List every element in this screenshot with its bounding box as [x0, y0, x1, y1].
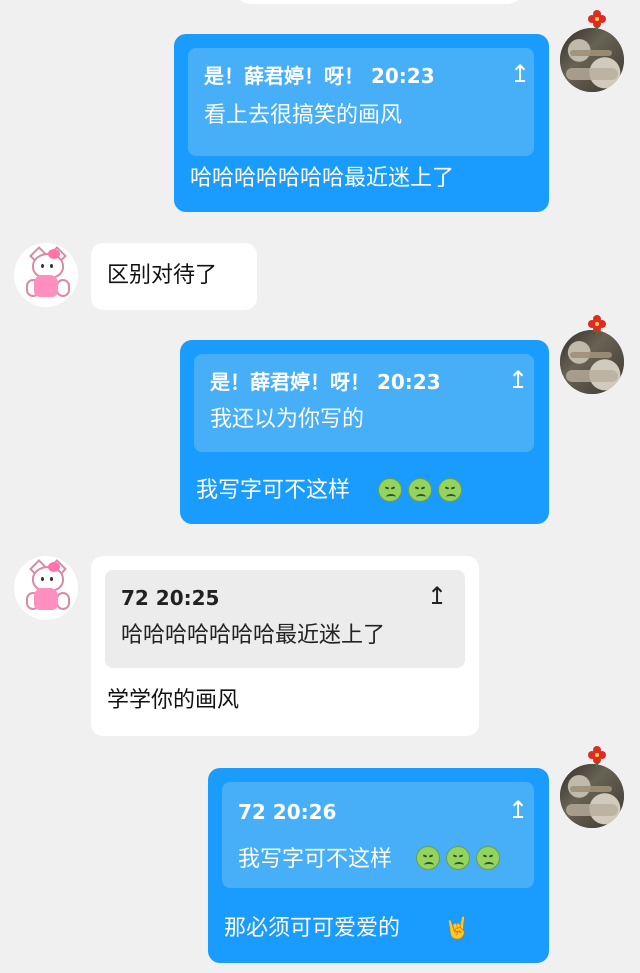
message-bubble[interactable]: 是！薛君婷！呀！ 20:23 ↥ 看上去很搞笑的画风 哈哈哈哈哈哈哈最近迷上了	[174, 34, 549, 212]
avatar-photo	[560, 28, 624, 92]
message-text: 学学你的画风	[107, 688, 240, 713]
cat-bow	[48, 562, 60, 572]
avatar-shelf	[570, 786, 612, 792]
quote-sender-time: 是！薛君婷！呀！ 20:23	[204, 64, 435, 88]
flower-icon	[588, 746, 606, 767]
cat-eye	[50, 577, 53, 581]
emoji-group	[416, 844, 500, 872]
cat-arm	[56, 592, 70, 610]
sad-emoji-icon	[378, 478, 402, 502]
message-bubble[interactable]: 是！薛君婷！呀！ 20:23 ↥ 我还以为你写的 我写字可不这样	[180, 340, 549, 524]
message-bubble[interactable]: 区别对待了	[91, 243, 257, 310]
avatar-photo	[560, 764, 624, 828]
self-avatar[interactable]	[560, 764, 624, 828]
contact-avatar[interactable]	[14, 556, 78, 620]
sad-emoji-icon	[408, 478, 432, 502]
avatar-shelf	[570, 352, 612, 358]
cat-eye	[50, 264, 53, 268]
sad-emoji-icon	[416, 846, 440, 870]
cat-body	[34, 588, 58, 610]
quote-text: 我写字可不这样	[238, 847, 393, 872]
quote-sender-time: 72 20:25	[121, 586, 220, 610]
message-text: 那必须可可爱爱的	[224, 916, 401, 941]
message-text: 区别对待了	[107, 263, 218, 288]
message-text: 我写字可不这样	[196, 478, 351, 503]
quoted-message[interactable]: 是！薛君婷！呀！ 20:23 ↥ 我还以为你写的	[194, 354, 534, 452]
contact-avatar[interactable]	[14, 243, 78, 307]
message-text: 哈哈哈哈哈哈哈最近迷上了	[190, 166, 455, 191]
avatar-desk	[566, 370, 618, 382]
cat-body	[34, 275, 58, 297]
rock-hand-emoji-icon: 🤘	[444, 916, 471, 940]
quoted-message[interactable]: 是！薛君婷！呀！ 20:23 ↥ 看上去很搞笑的画风	[188, 48, 534, 156]
cat-eye	[41, 577, 44, 581]
previous-message-fragment	[236, 0, 522, 4]
up-arrow-icon[interactable]: ↥	[427, 584, 447, 608]
message-bubble[interactable]: 72 20:26 ↥ 我写字可不这样 那必须可可爱爱的 🤘	[208, 768, 549, 963]
quoted-message[interactable]: 72 20:25 ↥ 哈哈哈哈哈哈哈最近迷上了	[105, 570, 465, 668]
flower-icon	[588, 10, 606, 31]
sad-emoji-icon	[446, 846, 470, 870]
avatar-desk	[566, 804, 618, 816]
quote-text: 看上去很搞笑的画风	[204, 103, 403, 128]
quote-sender-time: 是！薛君婷！呀！ 20:23	[210, 370, 441, 394]
quoted-message[interactable]: 72 20:26 ↥ 我写字可不这样	[222, 782, 534, 888]
quote-text: 我还以为你写的	[210, 407, 365, 432]
cat-arm	[56, 279, 70, 297]
sad-emoji-icon	[476, 846, 500, 870]
self-avatar[interactable]	[560, 28, 624, 92]
avatar-desk	[566, 68, 618, 80]
quote-text: 哈哈哈哈哈哈哈最近迷上了	[121, 623, 386, 648]
up-arrow-icon[interactable]: ↥	[510, 62, 530, 86]
flower-icon	[588, 315, 606, 336]
sad-emoji-icon	[438, 478, 462, 502]
up-arrow-icon[interactable]: ↥	[508, 798, 528, 822]
quote-sender-time: 72 20:26	[238, 800, 337, 824]
cat-bow	[48, 249, 60, 259]
up-arrow-icon[interactable]: ↥	[508, 368, 528, 392]
emoji-group	[378, 476, 462, 504]
avatar-photo	[560, 330, 624, 394]
message-bubble[interactable]: 72 20:25 ↥ 哈哈哈哈哈哈哈最近迷上了 学学你的画风	[91, 556, 479, 736]
cat-eye	[41, 264, 44, 268]
self-avatar[interactable]	[560, 330, 624, 394]
avatar-shelf	[570, 50, 612, 56]
